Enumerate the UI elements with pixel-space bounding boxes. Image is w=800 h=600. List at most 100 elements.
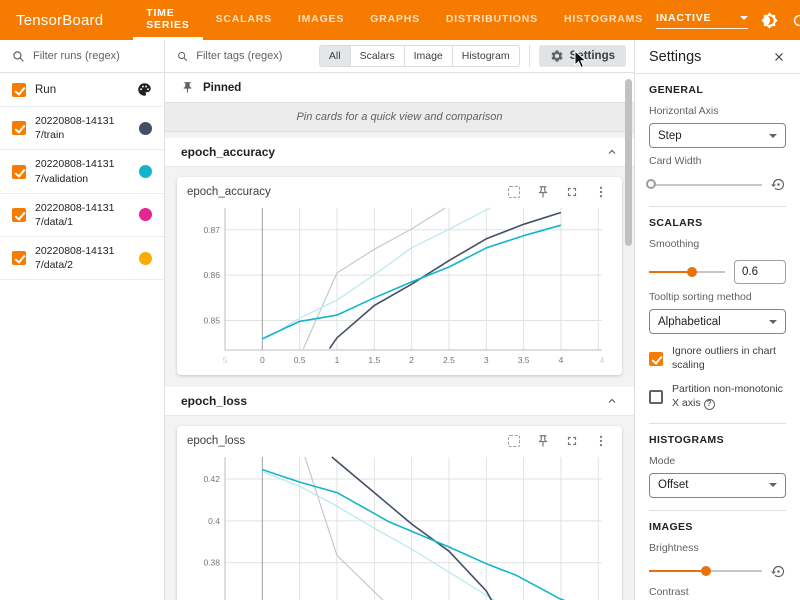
ignore-outliers-checkbox[interactable] [649, 352, 663, 366]
status-label: INACTIVE [656, 12, 711, 24]
card-actions [507, 185, 612, 199]
fullscreen-icon[interactable] [565, 185, 579, 199]
filter-toggle-scalars[interactable]: Scalars [351, 45, 405, 67]
fit-domain-icon[interactable] [507, 185, 521, 199]
runs-list: 20220808-141317/train 20220808-141317/val… [0, 107, 164, 280]
run-row[interactable]: 20220808-141317/train [0, 107, 164, 150]
run-color-dot [139, 252, 152, 265]
epoch-accuracy-chart[interactable]: 0.850.860.8700.511.522.533.5454 [187, 203, 612, 373]
search-icon [12, 50, 25, 63]
card-header: epoch_accuracy [187, 185, 612, 199]
run-label: 20220808-141317/data/1 [35, 201, 117, 229]
run-label: 20220808-141317/validation [35, 157, 117, 185]
filter-toggle-image[interactable]: Image [405, 45, 453, 67]
run-row[interactable]: 20220808-141317/data/2 [0, 237, 164, 280]
filter-runs-input[interactable] [33, 50, 152, 62]
chevron-down-icon [769, 483, 777, 487]
pin-card-icon[interactable] [536, 434, 550, 448]
horizontal-axis-value: Step [658, 130, 682, 142]
status-dropdown[interactable]: INACTIVE [656, 12, 748, 29]
pin-card-icon[interactable] [536, 185, 550, 199]
smoothing-label: Smoothing [649, 238, 786, 250]
brightness-toggle-icon[interactable] [761, 12, 778, 29]
close-icon[interactable] [772, 50, 786, 64]
fit-domain-icon[interactable] [507, 434, 521, 448]
scrollbar-thumb[interactable] [625, 79, 632, 246]
tab-distributions[interactable]: DISTRIBUTIONS [433, 0, 551, 40]
card-title: epoch_accuracy [187, 186, 271, 198]
smoothing-input[interactable] [734, 260, 786, 284]
svg-text:5: 5 [223, 355, 228, 365]
filter-toggle-histogram[interactable]: Histogram [453, 45, 520, 67]
tensorboard-logo: TensorBoard [0, 0, 119, 40]
settings-button[interactable]: Settings [539, 45, 626, 67]
partition-x-axis-row[interactable]: Partition non-monotonic X axis ? [649, 383, 786, 410]
reset-icon[interactable] [771, 564, 786, 579]
tooltip-sorting-select[interactable]: Alphabetical [649, 309, 786, 334]
tab-time-series[interactable]: TIME SERIES [133, 0, 202, 40]
pin-icon [181, 81, 194, 94]
run-color-dot [139, 165, 152, 178]
epoch-loss-chart[interactable]: 0.360.380.40.42 [187, 452, 612, 600]
section-heading: GENERAL [649, 84, 786, 96]
more-options-icon[interactable] [594, 434, 608, 448]
fullscreen-icon[interactable] [565, 434, 579, 448]
svg-text:0.5: 0.5 [294, 355, 306, 365]
tab-graphs[interactable]: GRAPHS [357, 0, 433, 40]
svg-text:1: 1 [335, 355, 340, 365]
chevron-up-icon[interactable] [606, 395, 618, 407]
run-color-dot [139, 208, 152, 221]
brightness-slider[interactable] [649, 565, 762, 577]
toolbar-divider [529, 45, 530, 67]
run-row[interactable]: 20220808-141317/validation [0, 150, 164, 193]
runs-list-header: Run [0, 73, 164, 107]
header-tabs: TIME SERIESSCALARSIMAGESGRAPHSDISTRIBUTI… [133, 0, 656, 40]
run-checkbox[interactable] [12, 121, 26, 135]
section-header-epoch-loss[interactable]: epoch_loss [165, 387, 634, 416]
tab-scalars[interactable]: SCALARS [203, 0, 285, 40]
chevron-up-icon[interactable] [606, 146, 618, 158]
settings-section-scalars: SCALARS Smoothing Tooltip sorting method… [649, 207, 786, 424]
brightness-label: Brightness [649, 542, 786, 554]
card-width-slider[interactable] [649, 179, 762, 191]
search-icon [177, 50, 188, 63]
horizontal-axis-select[interactable]: Step [649, 123, 786, 148]
section-header-epoch-accuracy[interactable]: epoch_accuracy [165, 138, 634, 167]
filter-tags-input[interactable] [196, 50, 319, 62]
cards-scroll-area: Pinned Pin cards for a quick view and co… [165, 73, 634, 600]
scalar-card-epoch-accuracy: epoch_accuracy 0.850.860.8700.511.522.53… [177, 177, 622, 375]
svg-text:0.38: 0.38 [203, 558, 220, 568]
run-row[interactable]: 20220808-141317/data/1 [0, 194, 164, 237]
more-options-icon[interactable] [594, 185, 608, 199]
filter-toggle-all[interactable]: All [319, 45, 351, 67]
run-checkbox[interactable] [12, 251, 26, 265]
reset-icon[interactable] [771, 177, 786, 192]
chevron-down-icon [769, 134, 777, 138]
svg-text:2: 2 [409, 355, 414, 365]
settings-panel-body: GENERAL Horizontal Axis Step Card Width [635, 74, 800, 600]
tab-images[interactable]: IMAGES [285, 0, 357, 40]
section-heading: SCALARS [649, 217, 786, 229]
settings-button-label: Settings [570, 50, 615, 62]
card-width-label: Card Width [649, 155, 786, 167]
settings-section-general: GENERAL Horizontal Axis Step Card Width [649, 74, 786, 207]
tab-histograms[interactable]: HISTOGRAMS [551, 0, 656, 40]
help-circle-icon[interactable]: ? [704, 399, 715, 410]
ignore-outliers-row[interactable]: Ignore outliers in chart scaling [649, 345, 786, 372]
palette-icon[interactable] [137, 82, 152, 97]
run-label: 20220808-141317/data/2 [35, 244, 117, 272]
refresh-icon[interactable] [791, 12, 800, 29]
run-checkbox[interactable] [12, 165, 26, 179]
partition-x-axis-checkbox[interactable] [649, 390, 663, 404]
app-body: Run 20220808-141317/train20220808-141317… [0, 40, 800, 600]
select-all-runs-checkbox[interactable] [12, 83, 26, 97]
main-scrollbar[interactable] [625, 73, 632, 600]
histogram-mode-value: Offset [658, 479, 688, 491]
histogram-mode-select[interactable]: Offset [649, 473, 786, 498]
run-checkbox[interactable] [12, 208, 26, 222]
settings-panel: Settings GENERAL Horizontal Axis Step Ca… [634, 40, 800, 600]
run-color-dot [139, 122, 152, 135]
runs-sidebar: Run 20220808-141317/train20220808-141317… [0, 40, 165, 600]
smoothing-slider[interactable] [649, 266, 725, 278]
section-title: epoch_loss [181, 394, 247, 408]
